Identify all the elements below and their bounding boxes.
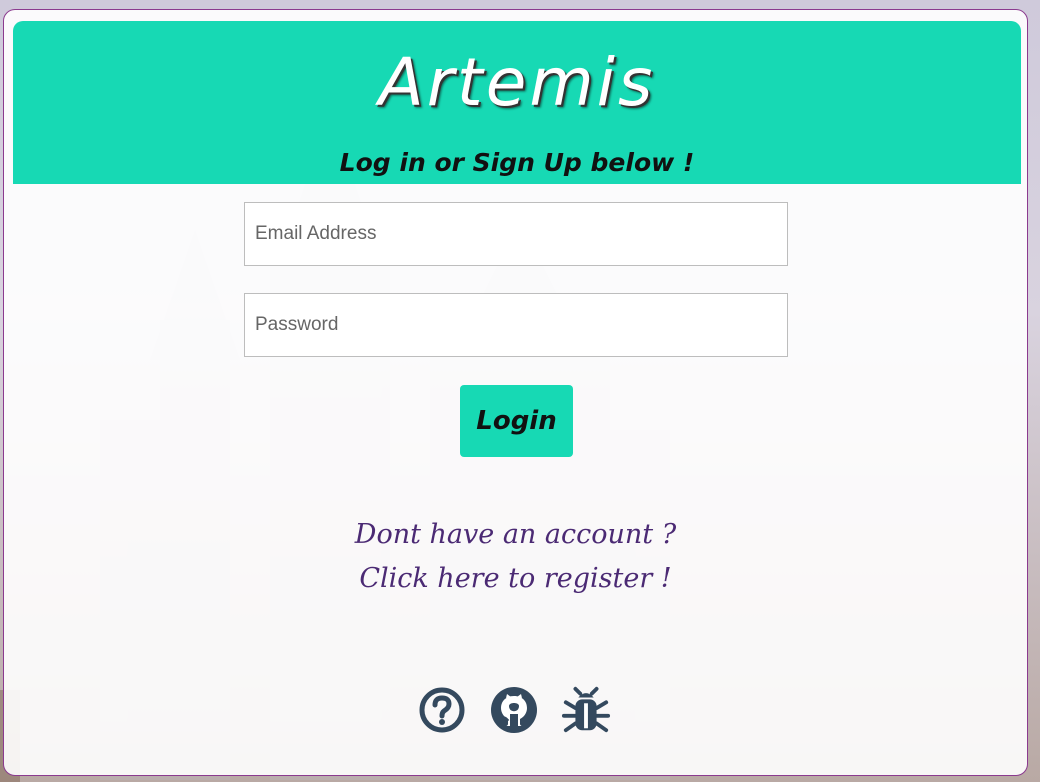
login-button[interactable]: Login [460, 385, 573, 457]
password-field[interactable] [244, 293, 788, 357]
bug-icon[interactable] [561, 685, 611, 735]
help-icon[interactable] [417, 685, 467, 735]
app-title: Artemis [378, 44, 656, 121]
login-card: Artemis Log in or Sign Up below ! Login … [3, 9, 1028, 776]
header-banner: Artemis Log in or Sign Up below ! [13, 21, 1021, 184]
register-link-line2[interactable]: Click here to register ! [4, 557, 1027, 601]
email-field[interactable] [244, 202, 788, 266]
github-icon[interactable] [489, 685, 539, 735]
register-link-line1[interactable]: Dont have an account ? [4, 513, 1027, 557]
footer-icons [417, 685, 611, 737]
app-subtitle: Log in or Sign Up below ! [339, 148, 695, 177]
register-prompt: Dont have an account ? Click here to reg… [4, 513, 1027, 601]
